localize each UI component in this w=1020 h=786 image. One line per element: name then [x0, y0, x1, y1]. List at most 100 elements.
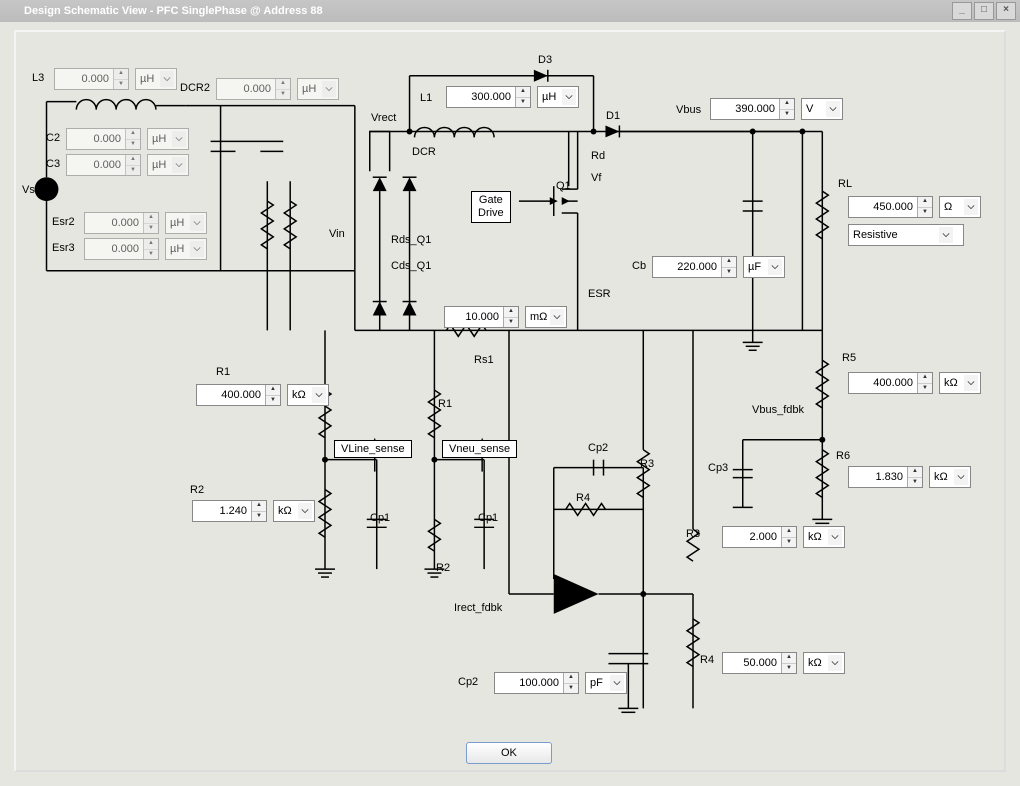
label-cp1b: Cp1 — [478, 512, 498, 524]
label-q1: Q1 — [556, 180, 571, 192]
label-cb: Cb — [632, 260, 646, 272]
rs1-value[interactable] — [445, 307, 503, 327]
dcr2-value[interactable] — [217, 79, 275, 99]
label-r2: R2 — [190, 484, 204, 496]
param-r3: ▲▼ kΩ — [722, 526, 845, 548]
param-rl: ▲▼ Ω — [848, 196, 981, 218]
label-r3a: R3 — [640, 458, 654, 470]
titlebar[interactable]: Design Schematic View - PFC SinglePhase … — [0, 0, 1020, 22]
label-r6: R6 — [836, 450, 850, 462]
label-d1: D1 — [606, 110, 620, 122]
label-esr3: Esr3 — [52, 242, 75, 254]
param-l3: ▲▼ µH — [54, 68, 177, 90]
label-vbus: Vbus — [676, 104, 701, 116]
dcr2-unit[interactable]: µH — [297, 78, 339, 100]
label-d3: D3 — [538, 54, 552, 66]
label-vrect: Vrect — [371, 112, 396, 124]
node-vneu-sense: Vneu_sense — [442, 440, 517, 458]
label-rdsq1: Rds_Q1 — [391, 234, 431, 246]
param-dcr2: ▲▼ µH — [216, 78, 339, 100]
param-rs1: ▲▼ mΩ — [444, 306, 567, 328]
param-r2: ▲▼ kΩ — [192, 500, 315, 522]
r5-unit[interactable]: kΩ — [939, 372, 981, 394]
param-l1: ▲▼ µH — [446, 86, 579, 108]
param-r6: ▲▼ kΩ — [848, 466, 971, 488]
label-vbusfdbk: Vbus_fdbk — [752, 404, 804, 416]
label-esr2: Esr2 — [52, 216, 75, 228]
spin-up-icon: ▲ — [114, 69, 128, 80]
label-dcr: DCR — [412, 146, 436, 158]
param-r4: ▲▼ kΩ — [722, 652, 845, 674]
label-irectfdbk: Irect_fdbk — [454, 602, 502, 614]
load-type-select[interactable]: Resistive — [848, 224, 964, 246]
label-l3: L3 — [32, 72, 44, 84]
param-cp2: ▲▼ pF — [494, 672, 627, 694]
l1-value[interactable] — [447, 87, 515, 107]
vbus-unit[interactable]: V — [801, 98, 843, 120]
param-cb: ▲▼ µF — [652, 256, 785, 278]
param-load-type: Resistive — [848, 224, 964, 246]
label-cp1a: Cp1 — [370, 512, 390, 524]
label-esr: ESR — [588, 288, 611, 300]
cp2-unit[interactable]: pF — [585, 672, 627, 694]
label-cp3: Cp3 — [708, 462, 728, 474]
label-rs1: Rs1 — [474, 354, 494, 366]
cb-value[interactable] — [653, 257, 721, 277]
r2-unit[interactable]: kΩ — [273, 500, 315, 522]
r6-unit[interactable]: kΩ — [929, 466, 971, 488]
label-dcr2: DCR2 — [180, 82, 210, 94]
minimize-button[interactable]: _ — [952, 2, 972, 20]
r5-value[interactable] — [849, 373, 917, 393]
app-icon — [4, 4, 18, 18]
r1-unit[interactable]: kΩ — [287, 384, 329, 406]
label-r4: R4 — [700, 654, 714, 666]
ok-button[interactable]: OK — [466, 742, 552, 764]
label-r1b: R1 — [438, 398, 452, 410]
label-r2b: R2 — [436, 562, 450, 574]
l3-value[interactable] — [55, 69, 113, 89]
label-rl: RL — [838, 178, 852, 190]
vbus-value[interactable] — [711, 99, 779, 119]
rs1-unit[interactable]: mΩ — [525, 306, 567, 328]
gate-drive-block: Gate Drive — [471, 191, 511, 223]
param-r5: ▲▼ kΩ — [848, 372, 981, 394]
label-r3b: R3 — [686, 528, 700, 540]
cb-unit[interactable]: µF — [743, 256, 785, 278]
close-button[interactable]: × — [996, 2, 1016, 20]
r2-value[interactable] — [193, 501, 251, 521]
r4-value[interactable] — [723, 653, 781, 673]
label-cp2: Cp2 — [588, 442, 608, 454]
r4-unit[interactable]: kΩ — [803, 652, 845, 674]
window-title: Design Schematic View - PFC SinglePhase … — [24, 5, 323, 17]
param-esr2: ▲▼ µH — [84, 212, 207, 234]
cp2-value[interactable] — [495, 673, 563, 693]
l3-unit[interactable]: µH — [135, 68, 177, 90]
r3-unit[interactable]: kΩ — [803, 526, 845, 548]
label-r5: R5 — [842, 352, 856, 364]
r6-value[interactable] — [849, 467, 907, 487]
label-vin: Vin — [329, 228, 345, 240]
rl-unit[interactable]: Ω — [939, 196, 981, 218]
label-vs: Vs — [22, 184, 35, 196]
label-rd: Rd — [591, 150, 605, 162]
rl-value[interactable] — [849, 197, 917, 217]
label-r4f: R4 — [576, 492, 590, 504]
param-vbus: ▲▼ V — [710, 98, 843, 120]
label-l1: L1 — [420, 92, 432, 104]
param-r1: ▲▼ kΩ — [196, 384, 329, 406]
label-c2: C2 — [46, 132, 60, 144]
r1-value[interactable] — [197, 385, 265, 405]
schematic-canvas: L3 DCR2 C2 C3 Vs Esr2 Esr3 Vin Vrect L1 … — [14, 30, 1006, 772]
param-c3: ▲▼ µH — [66, 154, 189, 176]
label-cp2b: Cp2 — [458, 676, 478, 688]
label-c3: C3 — [46, 158, 60, 170]
label-r1: R1 — [216, 366, 230, 378]
param-c2: ▲▼ µH — [66, 128, 189, 150]
param-esr3: ▲▼ µH — [84, 238, 207, 260]
chevron-down-icon — [160, 71, 174, 87]
l1-unit[interactable]: µH — [537, 86, 579, 108]
r3-value[interactable] — [723, 527, 781, 547]
node-vline-sense: VLine_sense — [334, 440, 412, 458]
app-window: Design Schematic View - PFC SinglePhase … — [0, 0, 1020, 786]
maximize-button[interactable]: □ — [974, 2, 994, 20]
